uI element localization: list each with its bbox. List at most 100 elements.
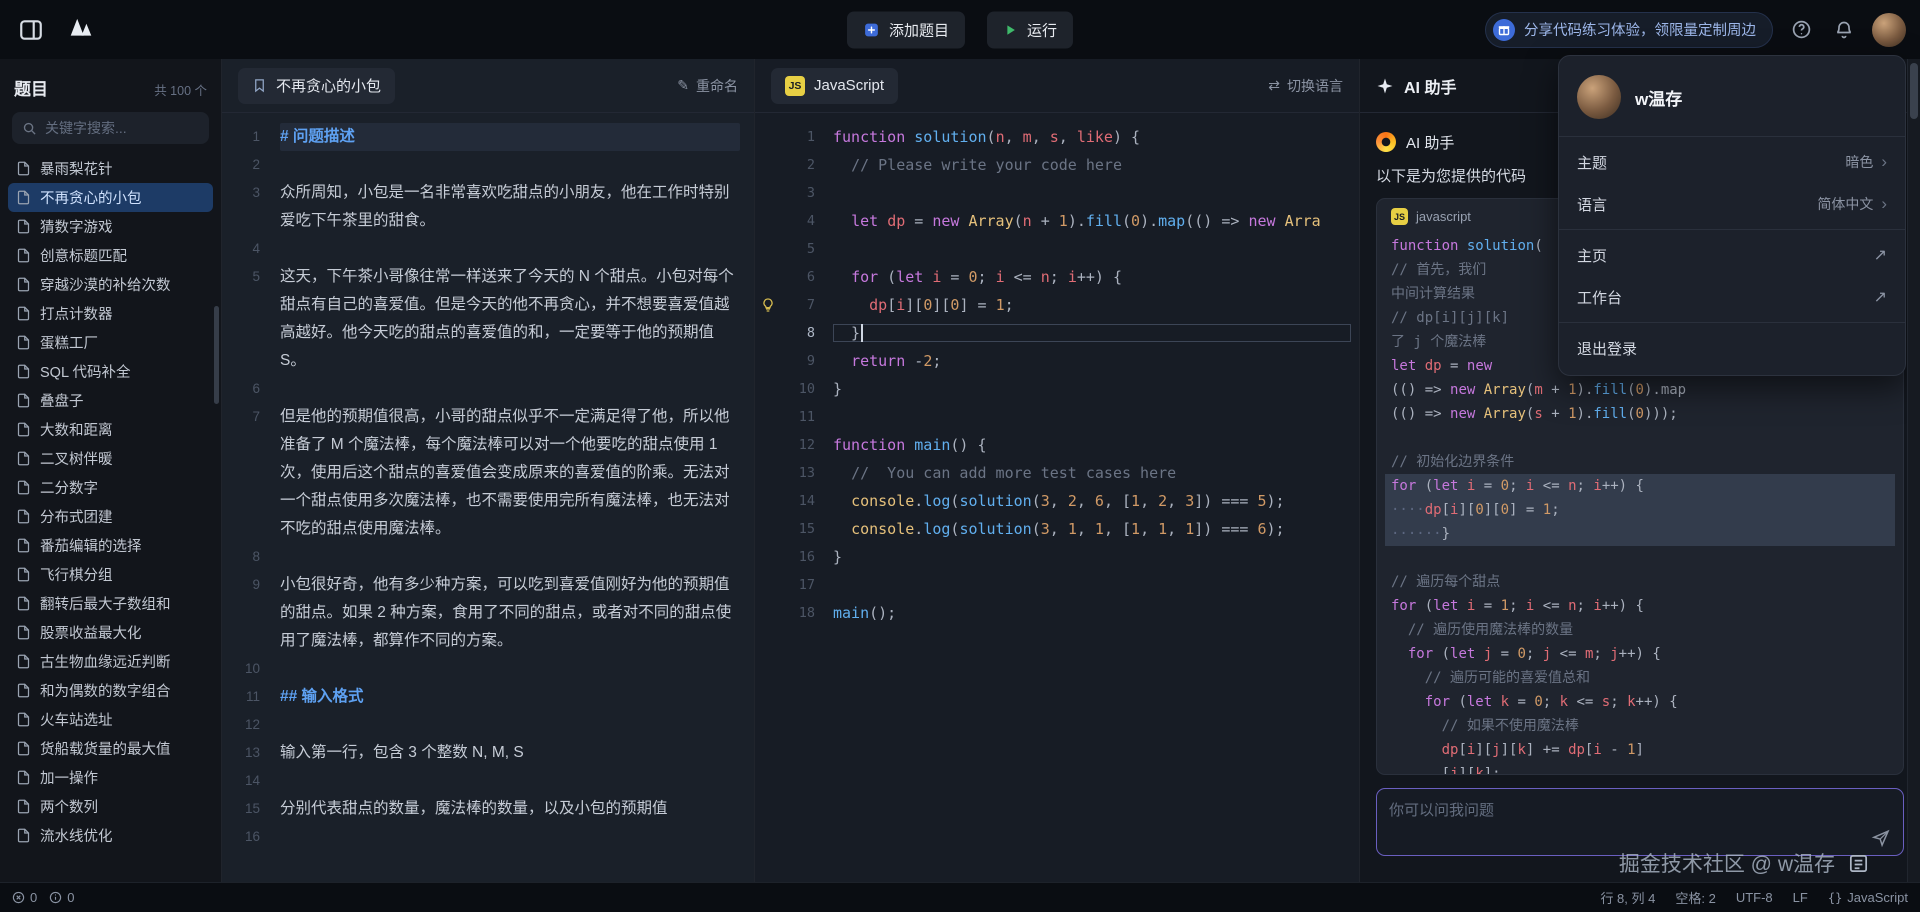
status-eol[interactable]: LF [1793,890,1808,905]
markdown-line[interactable]: 9小包很好奇，他有多少种方案，可以吃到喜爱值刚好为他的预期值的甜点。如果 2 种… [222,571,740,655]
menu-item-workspace[interactable]: 工作台 ↗ [1559,276,1905,318]
markdown-line[interactable]: 1# 问题描述 [222,123,740,151]
help-button[interactable] [1787,15,1816,44]
menu-item-logout[interactable]: 退出登录 [1559,327,1905,369]
status-encoding[interactable]: UTF-8 [1736,890,1773,905]
sidebar-item[interactable]: 猜数字游戏 [8,212,213,241]
status-errors[interactable]: 0 [12,890,37,905]
code-line[interactable]: 4 let dp = new Array(n + 1).fill(0).map(… [755,207,1359,235]
code-line[interactable]: 9 return -2; [755,347,1359,375]
add-problem-button[interactable]: 添加题目 [847,11,965,48]
sidebar-item[interactable]: 叠盘子 [8,386,213,415]
page-scrollbar[interactable] [1907,59,1920,882]
sidebar-item[interactable]: 加一操作 [8,763,213,792]
markdown-line[interactable]: 5这天，下午茶小哥像往常一样送来了今天的 N 个甜点。小包对每个甜点有自己的喜爱… [222,263,740,375]
problem-editor[interactable]: 1# 问题描述23众所周知，小包是一名非常喜欢吃甜点的小朋友，他在工作时特别爱吃… [222,113,754,882]
sidebar-item[interactable]: 火车站选址 [8,705,213,734]
scrollbar-thumb[interactable] [1910,63,1918,119]
line-number: 14 [222,767,280,795]
markdown-text [280,235,740,263]
sidebar-item[interactable]: 大数和距离 [8,415,213,444]
code-line[interactable]: 2 // Please write your code here [755,151,1359,179]
code-line[interactable]: 10} [755,375,1359,403]
sidebar-item[interactable]: 两个数列 [8,792,213,821]
markdown-line[interactable]: 10 [222,655,740,683]
language-tab[interactable]: JS JavaScript [771,68,898,104]
sidebar-item[interactable]: 打点计数器 [8,299,213,328]
code-line[interactable]: 15 console.log(solution(3, 1, 1, [1, 1, … [755,515,1359,543]
sidebar-item[interactable]: 货船载货量的最大值 [8,734,213,763]
line-number: 1 [222,123,280,151]
status-infos[interactable]: 0 [49,890,74,905]
status-indent[interactable]: 空格: 2 [1675,888,1715,907]
notes-icon[interactable] [1847,852,1870,875]
menu-item-theme[interactable]: 主题 暗色› [1559,141,1905,183]
code-line[interactable]: 16} [755,543,1359,571]
line-number: 15 [781,521,815,537]
sidebar-item[interactable]: 不再贪心的小包 [8,183,213,212]
sidebar-item[interactable]: 创意标题匹配 [8,241,213,270]
markdown-line[interactable]: 2 [222,151,740,179]
sidebar-item[interactable]: 流水线优化 [8,821,213,850]
sidebar-item[interactable]: 二叉树伴暖 [8,444,213,473]
sidebar-item[interactable]: 和为偶数的数字组合 [8,676,213,705]
status-language[interactable]: {} JavaScript [1828,890,1908,905]
code-editor[interactable]: 1function solution(n, m, s, like) {2 // … [755,113,1359,882]
markdown-line[interactable]: 8 [222,543,740,571]
rename-button[interactable]: ✎ 重命名 [677,76,738,96]
markdown-line[interactable]: 7但是他的预期值很高，小哥的甜点似乎不一定满足得了他，所以他准备了 M 个魔法棒… [222,403,740,543]
sidebar-item[interactable]: 穿越沙漠的补给次数 [8,270,213,299]
sidebar-item[interactable]: 飞行棋分组 [8,560,213,589]
code-line[interactable]: 8 } [755,319,1359,347]
sidebar-item[interactable]: 二分数字 [8,473,213,502]
sidebar-item[interactable]: 蛋糕工厂 [8,328,213,357]
sidebar-item[interactable]: 古生物血缘远近判断 [8,647,213,676]
code-editor-panel: JS JavaScript ⇄ 切换语言 1function solution(… [755,59,1360,882]
code-line[interactable]: 13 // You can add more test cases here [755,459,1359,487]
search-box[interactable] [12,112,209,144]
code-line[interactable]: 11 [755,403,1359,431]
markdown-line[interactable]: 4 [222,235,740,263]
lightbulb-icon[interactable] [755,297,781,313]
sidebar-scrollbar[interactable] [214,306,219,404]
ai-chat-input[interactable] [1377,789,1903,855]
markdown-line[interactable]: 11## 输入格式 [222,683,740,711]
sidebar-item[interactable]: SQL 代码补全 [8,357,213,386]
markdown-line[interactable]: 12 [222,711,740,739]
markdown-line[interactable]: 3众所周知，小包是一名非常喜欢吃甜点的小朋友，他在工作时特别爱吃下午茶里的甜食。 [222,179,740,235]
sidebar-toggle-button[interactable] [14,13,48,47]
code-line[interactable]: 3 [755,179,1359,207]
markdown-line[interactable]: 13输入第一行，包含 3 个整数 N, M, S [222,739,740,767]
sidebar-item[interactable]: 股票收益最大化 [8,618,213,647]
code-line[interactable]: 12function main() { [755,431,1359,459]
status-cursor-position[interactable]: 行 8, 列 4 [1600,888,1655,907]
run-button[interactable]: 运行 [987,11,1073,48]
sidebar-item[interactable]: 分布式团建 [8,502,213,531]
code-line[interactable]: 18main(); [755,599,1359,627]
notifications-button[interactable] [1830,16,1858,44]
code-line[interactable]: 6 for (let i = 0; i <= n; i++) { [755,263,1359,291]
markdown-line[interactable]: 6 [222,375,740,403]
switch-language-button[interactable]: ⇄ 切换语言 [1268,76,1343,96]
search-input[interactable] [45,120,199,136]
code-line[interactable]: 1function solution(n, m, s, like) { [755,123,1359,151]
markdown-line[interactable]: 14 [222,767,740,795]
file-icon [16,828,31,843]
markdown-line[interactable]: 16 [222,823,740,851]
code-line[interactable]: 17 [755,571,1359,599]
sidebar-item[interactable]: 暴雨梨花针 [8,154,213,183]
problem-panel: 不再贪心的小包 ✎ 重命名 1# 问题描述23众所周知，小包是一名非常喜欢吃甜点… [222,59,755,882]
menu-item-home[interactable]: 主页 ↗ [1559,234,1905,276]
code-line[interactable]: 7 dp[i][0][0] = 1; [755,291,1359,319]
code-line[interactable]: 14 console.log(solution(3, 2, 6, [1, 2, … [755,487,1359,515]
sidebar-item-label: 创意标题匹配 [40,245,127,266]
ai-chat-input-box[interactable] [1376,788,1904,856]
promo-banner[interactable]: 分享代码练习体验，领限量定制周边 [1485,12,1773,48]
menu-item-language[interactable]: 语言 简体中文› [1559,183,1905,225]
markdown-line[interactable]: 15分别代表甜点的数量，魔法棒的数量，以及小包的预期值 [222,795,740,823]
sidebar-item[interactable]: 番茄编辑的选择 [8,531,213,560]
user-avatar[interactable] [1872,13,1906,47]
sidebar-item[interactable]: 翻转后最大子数组和 [8,589,213,618]
code-line[interactable]: 5 [755,235,1359,263]
send-icon[interactable] [1871,828,1891,848]
